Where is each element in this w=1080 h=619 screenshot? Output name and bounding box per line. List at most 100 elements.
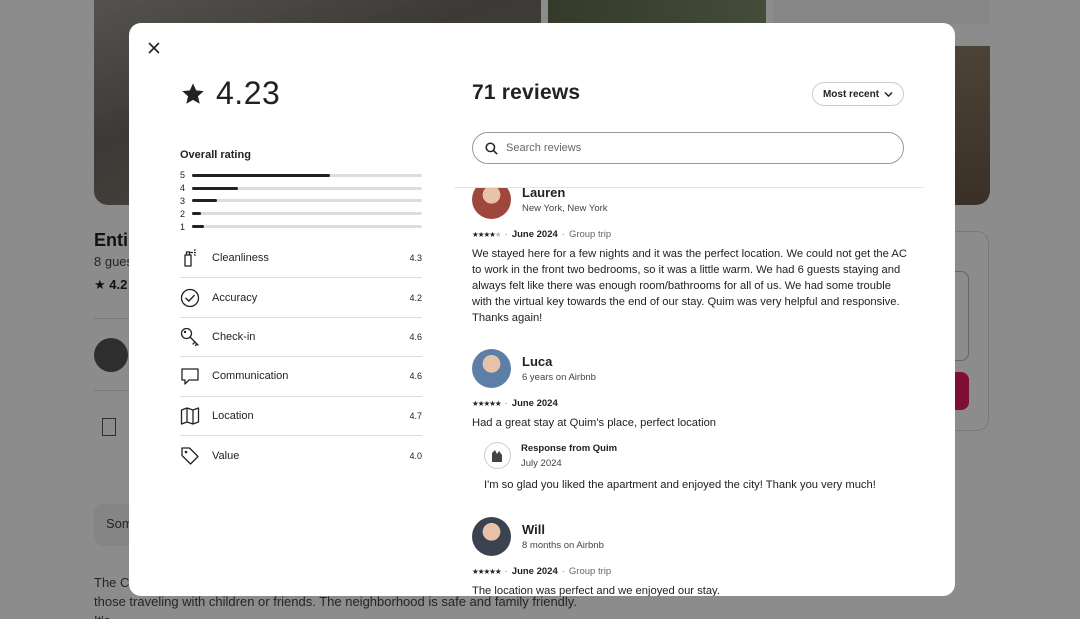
review-meta: ★★★★★ · June 2024: [472, 398, 912, 409]
separator-dot: ·: [504, 398, 508, 409]
rating-bar-label: 3: [180, 195, 186, 206]
rating-bar-label: 2: [180, 208, 186, 219]
category-ratings: Cleanliness 4.3 Accuracy 4.2 Check-in 4.6 Comm…: [180, 239, 422, 475]
rating-bar-track: [192, 186, 422, 190]
reviews-count-title: 71 reviews: [472, 81, 581, 104]
rating-bar-track: [192, 173, 422, 177]
response-text: I'm so glad you liked the apartment and …: [484, 479, 876, 491]
close-icon: [148, 42, 160, 54]
review-text: Had a great stay at Quim's place, perfec…: [472, 417, 717, 429]
search-reviews-box[interactable]: [472, 132, 904, 164]
reviewer-avatar[interactable]: [472, 517, 511, 556]
search-reviews-input[interactable]: [506, 142, 886, 154]
category-value: 4.0: [409, 450, 422, 461]
overall-rating-label: Overall rating: [180, 149, 251, 161]
review-item: Will 8 months on Airbnb ★★★★★ · June 2024 · Gr…: [472, 517, 912, 596]
rating-bar-row: 2: [180, 207, 422, 220]
rating-bar-label: 4: [180, 183, 186, 194]
trip-type: Group trip: [568, 229, 612, 240]
review-text: The location was perfect and we enjoyed …: [472, 585, 720, 596]
reviewer-subtitle: 6 years on Airbnb: [522, 372, 596, 383]
rating-distribution: 5 43 2 1: [180, 169, 422, 233]
rating-bar-label: 1: [180, 221, 186, 232]
review-header: Luca 6 years on Airbnb: [472, 349, 912, 388]
close-button[interactable]: [144, 38, 164, 58]
separator-dot: ·: [561, 229, 565, 240]
overall-rating-value: 4.23: [216, 75, 281, 111]
rating-bar-row: 4: [180, 182, 422, 195]
tag-icon: [180, 445, 212, 467]
review-date: June 2024: [511, 398, 558, 409]
rating-bar-row: 3: [180, 195, 422, 208]
host-response: Response from Quim July 2024 I'm so glad y…: [484, 442, 912, 491]
rating-bar-label: 5: [180, 170, 186, 181]
search-icon: [485, 141, 498, 154]
spray-bottle-icon: [180, 247, 212, 269]
category-name: Accuracy: [212, 291, 258, 304]
category-value: 4.3: [409, 253, 422, 264]
category-name: Cleanliness: [212, 252, 269, 265]
category-name: Communication: [212, 370, 289, 383]
rating-bar-track: [192, 199, 422, 203]
category-row-check-in: Check-in 4.6: [180, 318, 422, 358]
review-item: Lauren New York, New York ★★★★★ · June 2024 ·…: [472, 188, 912, 326]
separator-dot: ·: [561, 566, 565, 577]
category-row-location: Location 4.7: [180, 397, 422, 436]
category-value: 4.2: [409, 292, 422, 303]
response-from: Response from Quim: [521, 442, 618, 454]
reviewer-avatar[interactable]: [472, 349, 511, 388]
reviewer-name[interactable]: Luca: [522, 354, 596, 369]
response-date: July 2024: [521, 457, 562, 469]
chevron-down-icon: [884, 91, 893, 97]
category-row-accuracy: Accuracy 4.2: [180, 278, 422, 318]
review-date: June 2024: [511, 229, 558, 240]
separator-dot: ·: [504, 229, 508, 240]
overall-rating: 4.23: [180, 75, 280, 112]
star-rating-icon: ★★★★★: [472, 230, 502, 239]
rating-bar-row: 1: [180, 220, 422, 233]
rating-bar-fill: [192, 186, 238, 190]
separator-dot: ·: [504, 566, 508, 577]
category-row-communication: Communication 4.6: [180, 357, 422, 397]
category-value: 4.7: [409, 410, 422, 421]
key-icon: [180, 326, 212, 348]
reviewer-subtitle: 8 months on Airbnb: [522, 540, 604, 551]
reviewer-subtitle: New York, New York: [522, 203, 608, 214]
rating-bar-fill: [192, 173, 330, 177]
trip-type: Group trip: [568, 566, 612, 577]
sort-dropdown[interactable]: Most recent: [812, 82, 904, 106]
category-row-value: Value 4.0: [180, 436, 422, 475]
response-header: Response from Quim July 2024: [484, 442, 912, 469]
review-header: Lauren New York, New York: [472, 188, 912, 219]
star-rating-icon: ★★★★★: [472, 567, 502, 576]
host-avatar[interactable]: [484, 442, 511, 469]
chat-bubble-icon: [180, 365, 212, 387]
rating-bar-fill: [192, 199, 218, 203]
sort-label: Most recent: [822, 88, 880, 100]
reviewer-avatar[interactable]: [472, 188, 511, 219]
category-value: 4.6: [409, 331, 422, 342]
rating-bar-fill: [192, 225, 204, 229]
review-meta: ★★★★★ · June 2024 · Group trip: [472, 566, 912, 577]
category-name: Value: [212, 449, 240, 462]
review-item: Luca 6 years on Airbnb ★★★★★ · June 2024 Had …: [472, 349, 912, 491]
reviewer-name[interactable]: Will: [522, 522, 604, 537]
category-name: Location: [212, 409, 254, 422]
review-list: Lauren New York, New York ★★★★★ · June 2024 ·…: [472, 188, 912, 596]
rating-bar-track: [192, 225, 422, 229]
reviews-modal: 4.23 Overall rating 5 43 2 1 Cleanliness 4.3…: [129, 23, 955, 596]
review-text: We stayed here for a few nights and it w…: [472, 248, 907, 324]
category-value: 4.6: [409, 371, 422, 382]
reviewer-name[interactable]: Lauren: [522, 188, 608, 200]
review-meta: ★★★★★ · June 2024 · Group trip: [472, 229, 912, 240]
review-date: June 2024: [511, 566, 558, 577]
review-header: Will 8 months on Airbnb: [472, 517, 912, 556]
category-name: Check-in: [212, 330, 256, 343]
rating-bar-track: [192, 212, 422, 216]
map-icon: [180, 405, 212, 427]
category-row-cleanliness: Cleanliness 4.3: [180, 239, 422, 279]
rating-bar-row: 5: [180, 169, 422, 182]
check-circle-icon: [180, 287, 212, 309]
star-rating-icon: ★★★★★: [472, 399, 502, 408]
rating-bar-fill: [192, 212, 202, 216]
